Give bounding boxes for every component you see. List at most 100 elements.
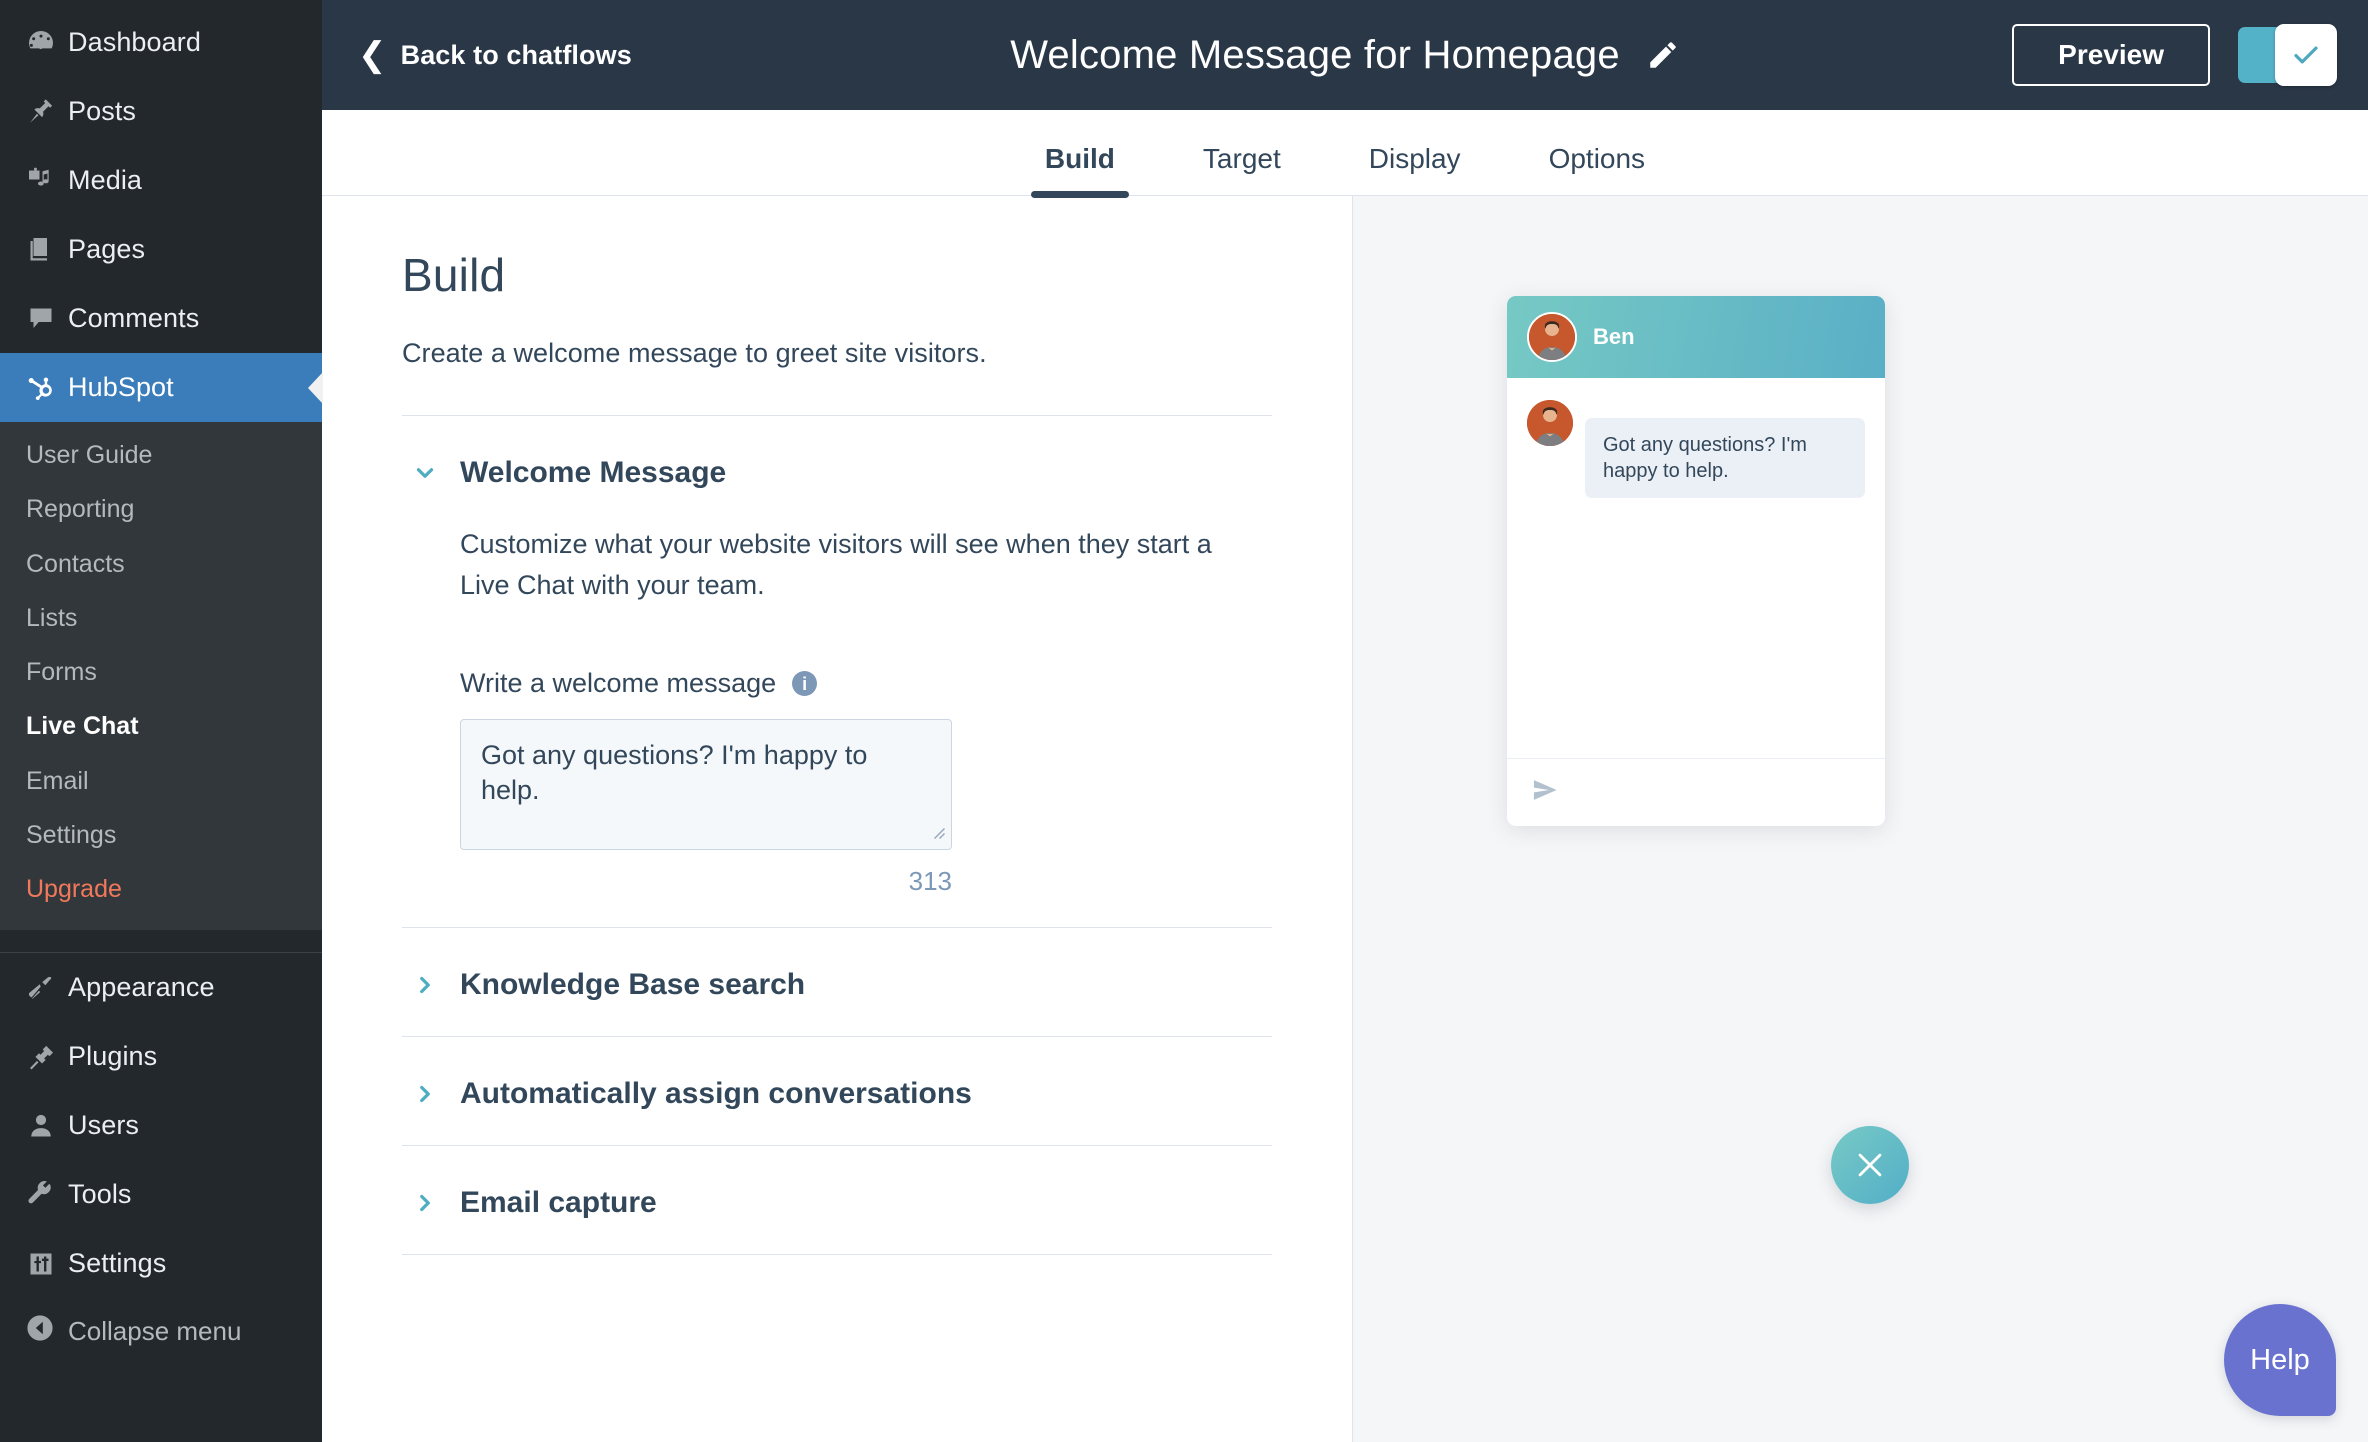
collapse-menu-label: Collapse menu <box>68 1316 241 1347</box>
chat-widget-header: Ben <box>1507 296 1885 378</box>
character-count: 313 <box>460 866 952 897</box>
welcome-message-textarea[interactable] <box>460 719 952 850</box>
comment-icon <box>26 304 68 334</box>
accordion-title: Knowledge Base search <box>460 968 805 1002</box>
build-lead-text: Create a welcome message to greet site v… <box>402 338 1272 369</box>
accordion-header-knowledge-base-search[interactable]: Knowledge Base search <box>402 928 1272 1036</box>
accordion-header-welcome-message[interactable]: Welcome Message <box>402 416 1272 524</box>
chat-widget-preview: Ben <box>1507 296 1885 826</box>
sidebar-item-comments[interactable]: Comments <box>0 284 322 353</box>
accordion-email-capture: Email capture <box>402 1146 1272 1255</box>
welcome-message-field-label: Write a welcome message <box>460 668 776 699</box>
chevron-right-icon <box>402 972 460 998</box>
sidebar-item-media[interactable]: Media <box>0 146 322 215</box>
sidebar-item-label: Media <box>68 165 142 196</box>
help-button[interactable]: Help <box>2224 1304 2336 1416</box>
sidebar-item-label: Users <box>68 1110 139 1141</box>
chat-agent-name: Ben <box>1593 324 1635 350</box>
app-root: Dashboard Posts Media Pages Comments <box>0 0 2368 1442</box>
accordion-title: Welcome Message <box>460 456 726 490</box>
accordion-header-auto-assign-conversations[interactable]: Automatically assign conversations <box>402 1037 1272 1145</box>
send-icon[interactable] <box>1531 776 1559 809</box>
tab-options[interactable]: Options <box>1505 145 1690 195</box>
chat-widget-body: Got any questions? I'm happy to help. <box>1507 378 1885 758</box>
back-to-chatflows-link[interactable]: ❮ Back to chatflows <box>358 38 632 72</box>
sliders-icon <box>26 1249 68 1279</box>
submenu-item-forms[interactable]: Forms <box>0 645 322 699</box>
tab-display[interactable]: Display <box>1325 145 1505 195</box>
pin-icon <box>26 97 68 127</box>
submenu-item-contacts[interactable]: Contacts <box>0 537 322 591</box>
back-label: Back to chatflows <box>401 40 632 71</box>
app-header: ❮ Back to chatflows Welcome Message for … <box>322 0 2368 110</box>
collapse-menu-button[interactable]: Collapse menu <box>0 1298 322 1364</box>
sidebar-item-plugins[interactable]: Plugins <box>0 1022 322 1091</box>
wrench-icon <box>26 1180 68 1210</box>
wordpress-admin-sidebar: Dashboard Posts Media Pages Comments <box>0 0 322 1442</box>
sidebar-item-hubspot[interactable]: HubSpot <box>0 353 322 422</box>
chat-preview-column: Ben <box>1352 196 2368 1442</box>
chat-widget-footer <box>1507 758 1885 826</box>
welcome-message-textarea-wrap <box>460 719 952 850</box>
sidebar-item-appearance[interactable]: Appearance <box>0 953 322 1022</box>
sidebar-item-label: Appearance <box>68 972 215 1003</box>
pencil-icon[interactable] <box>1646 38 1680 72</box>
submenu-item-upgrade[interactable]: Upgrade <box>0 862 322 916</box>
build-heading: Build <box>402 248 1272 302</box>
pages-icon <box>26 235 68 265</box>
accordion-title: Email capture <box>460 1186 657 1220</box>
chatflow-enabled-toggle[interactable] <box>2238 27 2334 83</box>
user-icon <box>26 1111 68 1141</box>
sidebar-item-label: Pages <box>68 234 145 265</box>
sidebar-top-spacer <box>0 0 322 8</box>
tab-target[interactable]: Target <box>1159 145 1325 195</box>
accordion-header-email-capture[interactable]: Email capture <box>402 1146 1272 1254</box>
sidebar-item-pages[interactable]: Pages <box>0 215 322 284</box>
sidebar-item-label: Dashboard <box>68 27 201 58</box>
build-form-column: Build Create a welcome message to greet … <box>322 196 1352 1442</box>
check-icon <box>2291 40 2321 70</box>
dashboard-icon <box>26 28 68 58</box>
close-icon <box>1853 1148 1887 1182</box>
plug-icon <box>26 1042 68 1072</box>
header-actions: Preview <box>2012 24 2368 86</box>
avatar <box>1527 312 1577 362</box>
chat-message-row: Got any questions? I'm happy to help. <box>1527 400 1865 498</box>
main-area: ❮ Back to chatflows Welcome Message for … <box>322 0 2368 1442</box>
chevron-right-icon <box>402 1081 460 1107</box>
chat-launcher-close-button[interactable] <box>1831 1126 1909 1204</box>
preview-button[interactable]: Preview <box>2012 24 2210 86</box>
sidebar-item-dashboard[interactable]: Dashboard <box>0 8 322 77</box>
submenu-item-reporting[interactable]: Reporting <box>0 482 322 536</box>
accordion-body-welcome-message: Customize what your website visitors wil… <box>402 524 1272 927</box>
avatar-photo <box>1529 314 1575 360</box>
submenu-item-user-guide[interactable]: User Guide <box>0 428 322 482</box>
sidebar-item-tools[interactable]: Tools <box>0 1160 322 1229</box>
accordion-title: Automatically assign conversations <box>460 1077 972 1111</box>
info-icon[interactable]: i <box>792 671 817 696</box>
sidebar-item-label: Plugins <box>68 1041 157 1072</box>
sidebar-item-label: Comments <box>68 303 199 334</box>
tab-bar: Build Target Display Options <box>322 110 2368 196</box>
media-icon <box>26 166 68 196</box>
sidebar-item-users[interactable]: Users <box>0 1091 322 1160</box>
toggle-knob <box>2275 24 2337 86</box>
sidebar-item-label: Settings <box>68 1248 166 1279</box>
accordion-knowledge-base-search: Knowledge Base search <box>402 928 1272 1037</box>
chevron-down-icon <box>402 460 460 486</box>
tab-build[interactable]: Build <box>1001 145 1159 195</box>
submenu-item-email[interactable]: Email <box>0 754 322 808</box>
sidebar-divider-spacer <box>0 930 322 952</box>
submenu-item-lists[interactable]: Lists <box>0 591 322 645</box>
chat-message-bubble: Got any questions? I'm happy to help. <box>1585 418 1865 498</box>
sidebar-item-label: Posts <box>68 96 136 127</box>
welcome-message-field-label-row: Write a welcome message i <box>460 668 1272 699</box>
submenu-item-settings[interactable]: Settings <box>0 808 322 862</box>
sidebar-item-settings[interactable]: Settings <box>0 1229 322 1298</box>
submenu-item-live-chat[interactable]: Live Chat <box>0 699 322 753</box>
chevron-left-icon: ❮ <box>358 38 387 72</box>
collapse-left-icon <box>26 1314 68 1349</box>
accordion-auto-assign-conversations: Automatically assign conversations <box>402 1037 1272 1146</box>
accordion-welcome-message: Welcome Message Customize what your webs… <box>402 416 1272 928</box>
sidebar-item-posts[interactable]: Posts <box>0 77 322 146</box>
